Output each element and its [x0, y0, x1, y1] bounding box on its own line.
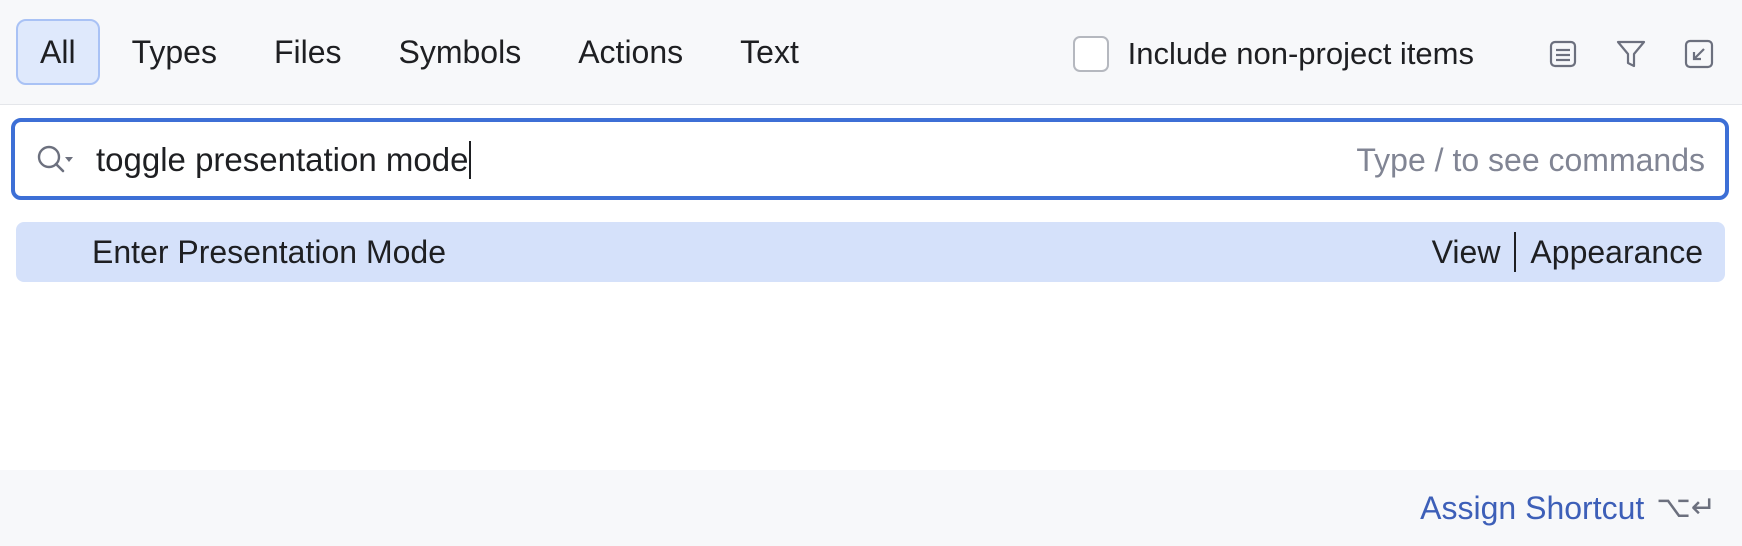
tab-types[interactable]: Types [107, 19, 242, 85]
result-location-secondary: Appearance [1530, 234, 1703, 270]
search-input[interactable]: toggle presentation mode [96, 140, 472, 180]
popup-footer: Assign Shortcut ⌥↵ [0, 470, 1742, 546]
search-hint: Type / to see commands [1356, 142, 1705, 178]
header-controls: Include non-project items [1072, 33, 1716, 75]
assign-shortcut-link[interactable]: Assign Shortcut [1420, 488, 1644, 528]
result-location: View Appearance [1432, 232, 1703, 272]
tab-bar: All Types Files Symbols Actions Text [16, 19, 831, 85]
popup-header: All Types Files Symbols Actions Text Inc… [0, 0, 1742, 105]
tab-all[interactable]: All [16, 19, 100, 85]
result-location-primary: View [1431, 234, 1501, 270]
shortcut-hint: ⌥↵ [1656, 490, 1716, 525]
preview-icon[interactable] [1546, 37, 1580, 71]
tab-text[interactable]: Text [715, 19, 824, 85]
assign-shortcut-action[interactable]: Assign Shortcut ⌥↵ [1420, 488, 1716, 528]
text-caret [469, 141, 472, 179]
tab-files[interactable]: Files [249, 19, 367, 85]
include-non-project-checkbox[interactable] [1072, 36, 1109, 72]
tab-symbols[interactable]: Symbols [374, 19, 547, 85]
tab-actions[interactable]: Actions [553, 19, 708, 85]
search-icon[interactable] [35, 142, 79, 178]
filter-icon[interactable] [1614, 37, 1648, 71]
collapse-icon[interactable] [1682, 37, 1716, 71]
include-non-project-label[interactable]: Include non-project items [1128, 36, 1474, 72]
search-field[interactable]: toggle presentation mode Type / to see c… [11, 118, 1729, 200]
result-row[interactable]: Enter Presentation Mode View Appearance [16, 222, 1725, 282]
result-name: Enter Presentation Mode [92, 234, 446, 270]
location-separator [1514, 232, 1517, 272]
search-input-value: toggle presentation mode [96, 141, 469, 178]
search-everywhere-popup: All Types Files Symbols Actions Text Inc… [0, 0, 1742, 546]
